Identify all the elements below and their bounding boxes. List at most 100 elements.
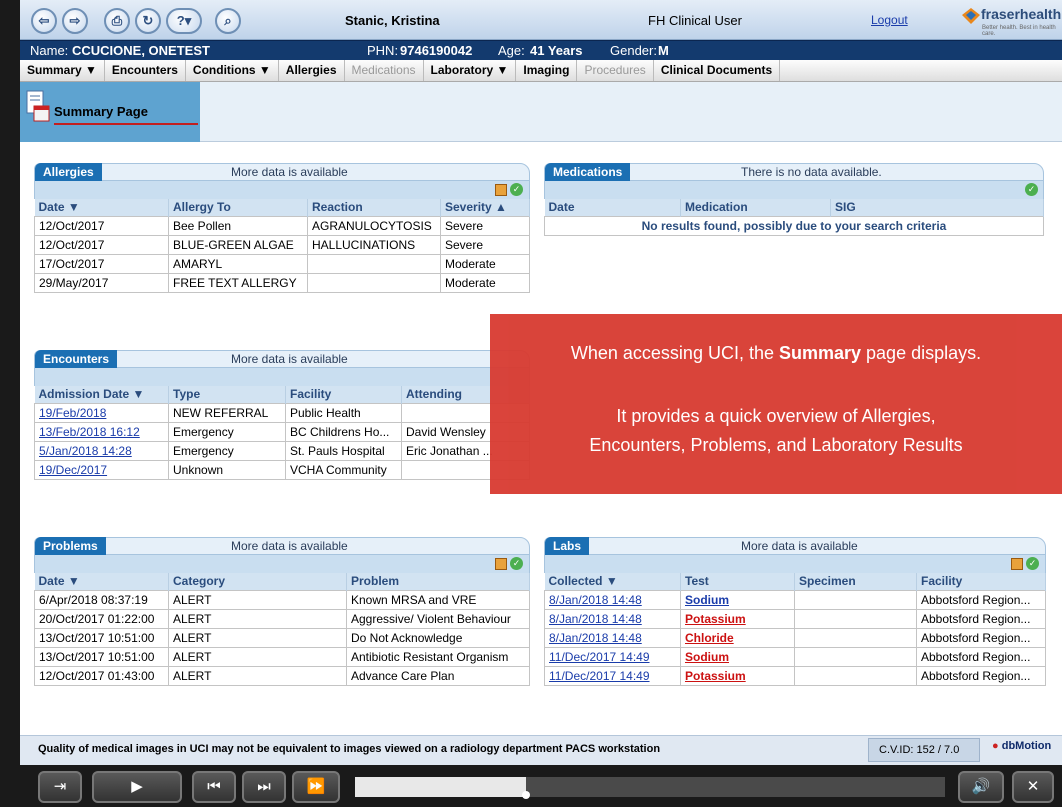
nav-item-6[interactable]: Imaging — [516, 60, 578, 81]
labs-table: Collected ▼ Test Specimen Facility 8/Jan/20… — [544, 573, 1046, 686]
problems-row[interactable]: 12/Oct/2017 01:43:00 ALERT Advance Care Pl… — [34, 665, 530, 686]
allergies-cell: Moderate — [440, 253, 530, 274]
current-user: Stanic, Kristina — [345, 13, 440, 28]
encounters-row[interactable]: 19/Dec/2017 Unknown VCHA Community — [34, 459, 530, 480]
lab-test-link[interactable]: Sodium — [680, 589, 795, 610]
play-icon[interactable]: ▶ — [92, 771, 182, 803]
labs-row[interactable]: 8/Jan/2018 14:48 Chloride Abbotsford Regio… — [544, 627, 1046, 648]
problems-more-link[interactable]: More data is available — [231, 539, 348, 553]
user-role: FH Clinical User — [648, 13, 742, 28]
logo-subtext: Better health. Best in health care. — [982, 25, 1056, 37]
problems-cell: Aggressive/ Violent Behaviour — [346, 608, 530, 629]
summary-tab[interactable]: Summary Page — [20, 82, 200, 142]
close-icon[interactable]: ✕ — [1012, 771, 1054, 803]
encounters-column-header[interactable]: Type — [168, 386, 286, 403]
lab-test-link[interactable]: Potassium — [680, 608, 795, 629]
encounters-cell[interactable]: 19/Feb/2018 — [34, 402, 169, 423]
medications-column-header[interactable]: Date — [544, 199, 681, 216]
labs-row[interactable]: 11/Dec/2017 14:49 Potassium Abbotsford Reg… — [544, 665, 1046, 686]
problems-column-header[interactable]: Date ▼ — [34, 573, 169, 590]
encounters-row[interactable]: 13/Feb/2018 16:12 Emergency BC Childrens H… — [34, 421, 530, 442]
back-icon[interactable]: ⇦ — [31, 8, 57, 34]
allergies-column-header[interactable]: Reaction — [307, 199, 441, 216]
allergies-cell: 12/Oct/2017 — [34, 215, 169, 236]
labs-row[interactable]: 8/Jan/2018 14:48 Potassium Abbotsford Regi… — [544, 608, 1046, 629]
allergies-row[interactable]: 12/Oct/2017 Bee Pollen AGRANULOCYTOSIS Seve… — [34, 215, 530, 236]
allergies-row[interactable]: 17/Oct/2017 AMARYL Moderate — [34, 253, 530, 274]
labs-column-header[interactable]: Facility — [916, 573, 1046, 590]
lab-test-link[interactable]: Chloride — [680, 627, 795, 648]
encounters-row[interactable]: 19/Feb/2018 NEW REFERRAL Public Health — [34, 402, 530, 423]
calendar-icon[interactable] — [1011, 558, 1023, 570]
problems-column-header[interactable]: Problem — [346, 573, 530, 590]
problems-column-header[interactable]: Category — [168, 573, 347, 590]
lab-collected-link[interactable]: 11/Dec/2017 14:49 — [544, 646, 681, 667]
nav-item-8[interactable]: Clinical Documents — [654, 60, 781, 81]
main-nav: Summary ▼ Encounters Conditions ▼ Allergies… — [20, 60, 1062, 82]
encounters-column-header[interactable]: Facility — [285, 386, 402, 403]
allergies-row[interactable]: 12/Oct/2017 BLUE-GREEN ALGAE HALLUCINATION… — [34, 234, 530, 255]
lab-test-link[interactable]: Sodium — [680, 646, 795, 667]
allergies-row[interactable]: 29/May/2017 FREE TEXT ALLERGY Moderate — [34, 272, 530, 293]
labs-more-link[interactable]: More data is available — [741, 539, 858, 553]
problems-row[interactable]: 20/Oct/2017 01:22:00 ALERT Aggressive/ Vio… — [34, 608, 530, 629]
allergies-column-header[interactable]: Allergy To — [168, 199, 308, 216]
search-icon[interactable]: ⌕ — [215, 8, 241, 34]
exit-icon[interactable]: ⇥ — [38, 771, 82, 803]
refresh-check-icon[interactable]: ✓ — [510, 183, 523, 196]
nav-item-1[interactable]: Encounters — [105, 60, 186, 81]
progress-bar[interactable] — [355, 777, 945, 799]
lab-collected-link[interactable]: 8/Jan/2018 14:48 — [544, 589, 681, 610]
progress-knob[interactable] — [522, 791, 531, 799]
encounters-cell[interactable]: 19/Dec/2017 — [34, 459, 169, 480]
help-icon[interactable]: ?▾ — [166, 8, 202, 34]
problems-table: Date ▼ Category Problem 6/Apr/2018 08:37:1… — [34, 573, 530, 686]
labs-row[interactable]: 8/Jan/2018 14:48 Sodium Abbotsford Region.… — [544, 589, 1046, 610]
problems-row[interactable]: 13/Oct/2017 10:51:00 ALERT Antibiotic Resi… — [34, 646, 530, 667]
nav-item-0[interactable]: Summary ▼ — [20, 60, 105, 81]
encounters-cell[interactable]: 13/Feb/2018 16:12 — [34, 421, 169, 442]
summary-header: Summary Page — [20, 82, 1062, 142]
callout-line-3: Encounters, Problems, and Laboratory Res… — [589, 435, 963, 455]
fast-forward-icon[interactable]: ⏩ — [292, 771, 340, 803]
problems-row[interactable]: 6/Apr/2018 08:37:19 ALERT Known MRSA and V… — [34, 589, 530, 610]
calendar-icon[interactable] — [495, 184, 507, 196]
calendar-icon[interactable] — [495, 558, 507, 570]
labs-column-header[interactable]: Specimen — [794, 573, 917, 590]
allergies-panel: Allergies More data is available ✓ Date … — [34, 163, 530, 293]
medications-column-header[interactable]: SIG — [830, 199, 1044, 216]
lab-collected-link[interactable]: 8/Jan/2018 14:48 — [544, 608, 681, 629]
logo-text: fraserhealth — [981, 6, 1062, 22]
lab-collected-link[interactable]: 8/Jan/2018 14:48 — [544, 627, 681, 648]
refresh-check-icon[interactable]: ✓ — [510, 557, 523, 570]
labs-row[interactable]: 11/Dec/2017 14:49 Sodium Abbotsford Region… — [544, 646, 1046, 667]
lab-test-link[interactable]: Potassium — [680, 665, 795, 686]
skip-back-icon[interactable]: ⏮ — [192, 771, 236, 803]
volume-icon[interactable]: 🔊 — [958, 771, 1004, 803]
skip-forward-icon[interactable]: ⏭ — [242, 771, 286, 803]
labs-column-header[interactable]: Test — [680, 573, 795, 590]
medications-column-header[interactable]: Medication — [680, 199, 831, 216]
encounters-row[interactable]: 5/Jan/2018 14:28 Emergency St. Pauls Hospi… — [34, 440, 530, 461]
refresh-icon[interactable]: ↻ — [135, 8, 161, 34]
forward-icon[interactable]: ⇨ — [62, 8, 88, 34]
nav-item-3[interactable]: Allergies — [279, 60, 345, 81]
patient-name: CCUCIONE, ONETEST — [72, 43, 210, 58]
allergies-more-link[interactable]: More data is available — [231, 165, 348, 179]
nav-item-5[interactable]: Laboratory ▼ — [424, 60, 517, 81]
lab-facility: Abbotsford Region... — [916, 627, 1046, 648]
problems-row[interactable]: 13/Oct/2017 10:51:00 ALERT Do Not Acknowle… — [34, 627, 530, 648]
nav-item-2[interactable]: Conditions ▼ — [186, 60, 279, 81]
lab-collected-link[interactable]: 11/Dec/2017 14:49 — [544, 665, 681, 686]
encounters-more-link[interactable]: More data is available — [231, 352, 348, 366]
refresh-check-icon[interactable]: ✓ — [1026, 557, 1039, 570]
refresh-check-icon[interactable]: ✓ — [1025, 183, 1038, 196]
allergies-column-header[interactable]: Severity ▲ — [440, 199, 530, 216]
labs-column-header[interactable]: Collected ▼ — [544, 573, 681, 590]
logout-link[interactable]: Logout — [871, 13, 908, 27]
encounters-column-header[interactable]: Admission Date ▼ — [34, 386, 169, 403]
encounters-cell: Unknown — [168, 459, 286, 480]
encounters-cell[interactable]: 5/Jan/2018 14:28 — [34, 440, 169, 461]
allergies-column-header[interactable]: Date ▼ — [34, 199, 169, 216]
print-icon[interactable]: ⎙ — [104, 8, 130, 34]
